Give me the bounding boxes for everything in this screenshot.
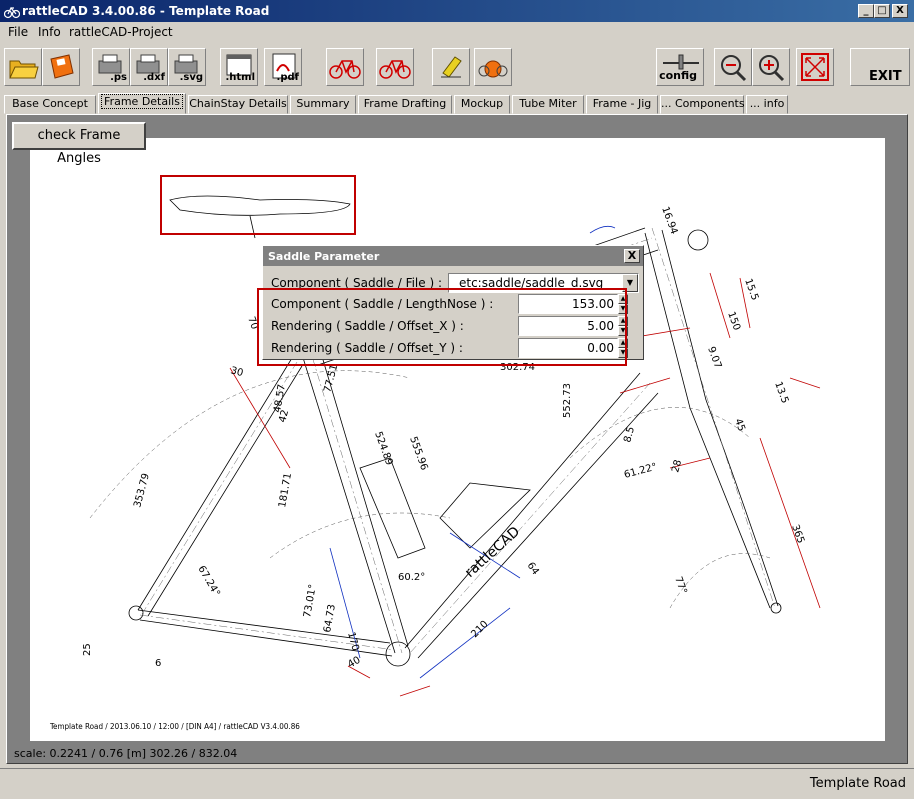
dim-64-73: 64.73 bbox=[322, 603, 338, 633]
eraser-icon bbox=[441, 56, 462, 78]
status-bar: Template Road bbox=[0, 768, 914, 799]
fit-view-button[interactable] bbox=[796, 48, 834, 86]
menu-rattlecad-project[interactable]: rattleCAD-Project bbox=[69, 25, 173, 39]
html-label: .html bbox=[225, 72, 255, 83]
dim-25: 25 bbox=[82, 643, 93, 656]
zoom-in-button[interactable] bbox=[752, 48, 790, 86]
render-button[interactable] bbox=[474, 48, 512, 86]
dim-48-57: 48.57 bbox=[272, 383, 288, 413]
tab-components[interactable]: ... Components bbox=[660, 95, 745, 114]
config-label: config bbox=[659, 69, 697, 82]
export-svg-button[interactable]: .svg bbox=[168, 48, 206, 86]
dim-6: 6 bbox=[155, 658, 161, 669]
dim-170: 170 bbox=[345, 631, 361, 652]
maximize-button[interactable]: □ bbox=[874, 4, 890, 18]
frame-drawing: 353.79 67.24° 25 6 30 42 48.57 70 24 77.… bbox=[82, 195, 821, 697]
frame-view-b-button[interactable] bbox=[376, 48, 414, 86]
scale-readout: scale: 0.2241 / 0.76 [m] 302.26 / 832.04 bbox=[14, 747, 238, 760]
parameter-highlight bbox=[257, 288, 627, 366]
svg-label: .svg bbox=[179, 72, 203, 83]
exit-label: EXIT bbox=[869, 69, 902, 84]
drawing-sheet[interactable]: 353.79 67.24° 25 6 30 42 48.57 70 24 77.… bbox=[30, 138, 885, 741]
dim-8-5: 8.5 bbox=[622, 426, 637, 444]
dim-9-07: 9.07 bbox=[705, 345, 723, 370]
status-project-name: Template Road bbox=[809, 776, 906, 791]
dim-13-5: 13.5 bbox=[772, 380, 790, 405]
export-html-button[interactable]: .html bbox=[220, 48, 258, 86]
exit-button[interactable]: EXIT bbox=[850, 48, 910, 86]
drawing-footer: Template Road / 2013.06.10 / 12:00 / [DI… bbox=[50, 722, 300, 731]
bicycle-icon bbox=[379, 60, 411, 79]
toolbar: .ps .dxf .svg .html .pdf config EXIT bbox=[0, 44, 914, 90]
tab-frame-drafting[interactable]: Frame Drafting bbox=[358, 95, 452, 114]
zoom-out-icon bbox=[721, 55, 747, 82]
check-frame-angles-button[interactable]: check Frame Angles bbox=[12, 122, 146, 166]
dim-181-71: 181.71 bbox=[277, 472, 294, 508]
pdf-label: .pdf bbox=[276, 72, 299, 83]
bicycle-icon bbox=[329, 60, 361, 79]
slider-icon bbox=[663, 54, 699, 70]
fit-view-icon bbox=[801, 53, 829, 81]
menu-bar: File Info rattleCAD-Project bbox=[0, 22, 914, 42]
tab-frame-details[interactable]: Frame Details bbox=[98, 93, 186, 114]
close-button[interactable]: X bbox=[892, 4, 908, 18]
floppy-icon bbox=[50, 54, 74, 79]
saddle-highlight bbox=[160, 175, 356, 235]
dxf-label: .dxf bbox=[143, 72, 165, 83]
export-ps-button[interactable]: .ps bbox=[92, 48, 130, 86]
save-button[interactable] bbox=[42, 48, 80, 86]
tab-bar: Base Concept Frame Details ChainStay Det… bbox=[4, 93, 910, 114]
render-bicycle-icon bbox=[478, 60, 508, 78]
dim-552-73: 552.73 bbox=[562, 383, 573, 418]
dim-353-79: 353.79 bbox=[132, 472, 152, 509]
dim-15-5: 15.5 bbox=[742, 277, 760, 302]
dim-73-01: 73.01° bbox=[302, 583, 319, 618]
dialog-title-bar[interactable]: Saddle Parameter X bbox=[263, 246, 643, 266]
dim-45: 45 bbox=[732, 417, 747, 433]
tab-chainstay-details[interactable]: ChainStay Details bbox=[188, 95, 288, 114]
dim-524-89: 524.89 bbox=[372, 430, 394, 467]
window-title: rattleCAD 3.4.00.86 - Template Road bbox=[22, 4, 270, 18]
dim-61-22: 61.22° bbox=[623, 462, 658, 481]
dim-67-24: 67.24° bbox=[195, 564, 221, 599]
tab-mockup[interactable]: Mockup bbox=[454, 95, 510, 114]
clear-button[interactable] bbox=[432, 48, 470, 86]
dim-150: 150 bbox=[725, 310, 742, 332]
dim-60-2: 60.2° bbox=[398, 572, 425, 583]
zoom-out-button[interactable] bbox=[714, 48, 752, 86]
menu-file[interactable]: File bbox=[8, 25, 28, 39]
ps-label: .ps bbox=[110, 72, 127, 83]
title-bar: rattleCAD 3.4.00.86 - Template Road _ □ … bbox=[0, 0, 914, 22]
dim-77: 77° bbox=[672, 575, 688, 595]
dialog-close-button[interactable]: X bbox=[624, 249, 640, 263]
dim-28: 28 bbox=[670, 459, 684, 474]
tab-tube-miter[interactable]: Tube Miter bbox=[512, 95, 584, 114]
app-bicycle-icon bbox=[4, 6, 20, 19]
dim-64: 64 bbox=[525, 560, 541, 577]
frame-view-a-button[interactable] bbox=[326, 48, 364, 86]
menu-info[interactable]: Info bbox=[38, 25, 61, 39]
tab-frame-jig[interactable]: Frame - Jig bbox=[586, 95, 658, 114]
tab-base-concept[interactable]: Base Concept bbox=[4, 95, 96, 114]
tab-frame-details-label: Frame Details bbox=[101, 94, 183, 109]
tab-summary[interactable]: Summary bbox=[290, 95, 356, 114]
dim-365: 365 bbox=[789, 523, 806, 545]
minimize-button[interactable]: _ bbox=[858, 4, 874, 18]
config-button[interactable]: config bbox=[656, 48, 704, 86]
export-dxf-button[interactable]: .dxf bbox=[130, 48, 168, 86]
zoom-in-icon bbox=[759, 55, 785, 82]
tab-info[interactable]: ... info bbox=[746, 95, 788, 114]
dim-30: 30 bbox=[229, 365, 244, 379]
open-folder-button[interactable] bbox=[4, 48, 42, 86]
dialog-title: Saddle Parameter bbox=[268, 250, 380, 263]
export-pdf-button[interactable]: .pdf bbox=[264, 48, 302, 86]
dim-555-96: 555.96 bbox=[407, 435, 429, 472]
folder-icon bbox=[9, 60, 39, 79]
